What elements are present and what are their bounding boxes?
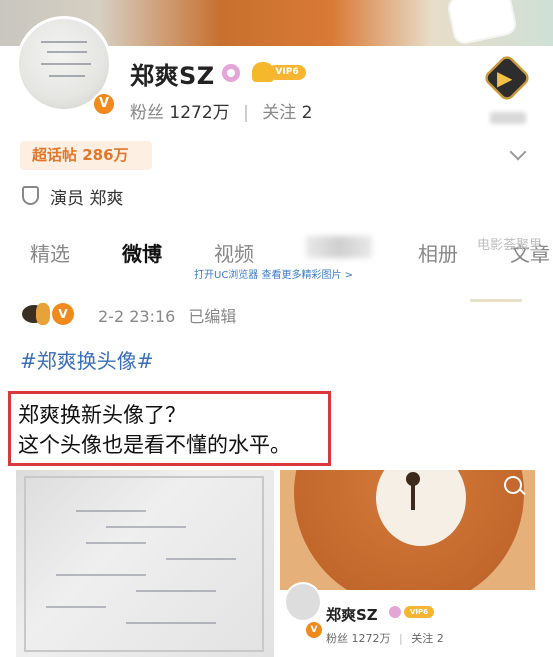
whiteboard-frame [24, 476, 264, 652]
mini-follow-count: 2 [436, 632, 444, 645]
post-hashtag[interactable]: #郑爽换头像# [20, 345, 154, 374]
post-body: 郑爽换新头像了？ 这个头像也是看不懂的水平。 [18, 400, 291, 460]
profile-stats: 粉丝 1272万 | 关注 2 [130, 98, 312, 123]
mini-stats: 粉丝 1272万 | 关注 2 [326, 630, 444, 646]
divider: | [243, 103, 249, 123]
bear-mouth [411, 484, 415, 510]
whiteboard-writing [86, 542, 146, 544]
chevron-down-icon[interactable] [509, 143, 527, 161]
whiteboard-writing [126, 622, 216, 624]
mini-name: 郑爽SZ [326, 606, 378, 624]
whiteboard-writing [46, 606, 106, 608]
fans-count[interactable]: 1272万 [169, 103, 229, 123]
post-line-1: 郑爽换新头像了？ [18, 403, 186, 427]
mini-vip: VIP6 [404, 606, 434, 618]
whiteboard-writing [136, 590, 216, 592]
watermark: 电影荟聚里 [477, 238, 543, 253]
blurred-text [490, 112, 526, 124]
post-meta: 2-2 23:16 已编辑 [98, 303, 236, 327]
vip-badge[interactable]: VIP6 [252, 62, 306, 82]
verified-icon: V [92, 92, 116, 116]
tab-featured[interactable]: 精选 [30, 238, 70, 267]
post-line-2: 这个头像也是看不懂的水平。 [18, 433, 291, 457]
mini-fans-label: 粉丝 [326, 632, 348, 645]
follow-count[interactable]: 2 [302, 103, 313, 123]
avatar-scribble [47, 51, 87, 53]
whiteboard-writing [56, 574, 146, 576]
role-info: 演员 郑爽 [50, 189, 124, 209]
post-avatar[interactable]: V [22, 300, 74, 328]
tab-blurred[interactable] [306, 236, 372, 258]
follow-label: 关注 [262, 103, 297, 123]
mini-avatar [284, 582, 322, 622]
zoom-icon[interactable] [504, 476, 522, 494]
post-timestamp: 2-2 23:16 [98, 307, 176, 326]
super-topic-pill[interactable]: 超话帖 286万 [20, 141, 152, 170]
flower-badge-icon[interactable] [222, 64, 240, 82]
avatar-shape [36, 303, 50, 325]
flower-badge-icon [389, 606, 401, 618]
tab-album[interactable]: 相册 [418, 238, 458, 267]
tab-video[interactable]: 视频 [214, 238, 254, 267]
verified-icon: V [306, 622, 322, 638]
uc-browser-tip[interactable]: 打开UC浏览器 查看更多精彩图片 > [194, 266, 353, 281]
vip-label: VIP6 [268, 65, 306, 80]
tab-indicator [470, 299, 522, 302]
fans-label: 粉丝 [130, 103, 164, 123]
banner-sticker [448, 0, 516, 44]
verified-icon: V [52, 303, 74, 325]
tab-weibo[interactable]: 微博 [122, 238, 162, 267]
avatar-scribble [49, 75, 85, 77]
whiteboard-writing [76, 510, 146, 512]
post-image-avatar-screenshot[interactable]: V 郑爽SZ VIP6 粉丝 1272万 | 关注 2 [280, 470, 535, 657]
mini-fans-count: 1272万 [351, 632, 391, 645]
post-image-whiteboard[interactable] [16, 470, 274, 657]
whiteboard-writing [106, 526, 186, 528]
whiteboard-writing [166, 558, 236, 560]
edited-label[interactable]: 已编辑 [188, 307, 236, 326]
avatar-scribble [41, 41, 87, 43]
mini-follow-label: 关注 [411, 632, 434, 645]
divider: | [399, 632, 403, 645]
profile-name: 郑爽SZ [130, 62, 215, 90]
play-icon: ▶ [497, 66, 513, 90]
gold-video-badge[interactable]: ▶ [482, 52, 532, 104]
shield-icon [22, 186, 39, 205]
avatar-scribble [41, 63, 91, 65]
